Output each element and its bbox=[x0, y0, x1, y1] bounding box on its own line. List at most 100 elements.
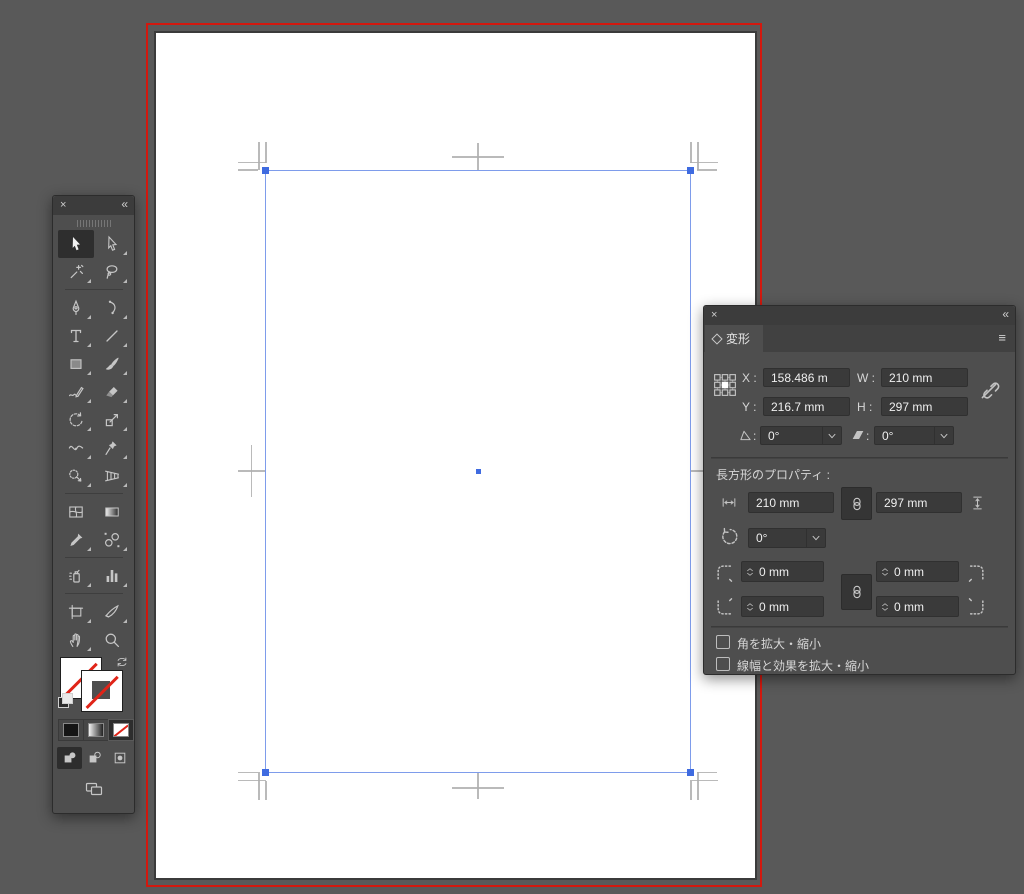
stepper-icon[interactable] bbox=[745, 562, 756, 581]
corner-top-right-field[interactable]: 0 mm bbox=[876, 561, 959, 582]
link-corners-button[interactable] bbox=[841, 574, 872, 610]
collapse-icon[interactable]: « bbox=[121, 197, 127, 211]
artboard-tool[interactable] bbox=[58, 598, 94, 626]
selection-center-point[interactable] bbox=[476, 469, 481, 474]
scale-tool[interactable] bbox=[94, 406, 130, 434]
hand-tool[interactable] bbox=[58, 626, 94, 654]
paintbrush-tool[interactable] bbox=[94, 350, 130, 378]
draw-normal-button[interactable] bbox=[57, 747, 82, 769]
w-label: W : bbox=[857, 371, 875, 385]
chevron-down-icon[interactable] bbox=[934, 427, 953, 444]
paintbrush-icon bbox=[103, 355, 121, 373]
shape-builder-tool[interactable] bbox=[58, 462, 94, 490]
pen-icon bbox=[67, 299, 85, 317]
x-value-field[interactable]: 158.486 m bbox=[763, 368, 850, 387]
corner-top-left-field[interactable]: 0 mm bbox=[741, 561, 824, 582]
eyedropper-tool[interactable] bbox=[58, 526, 94, 554]
panel-menu-icon[interactable]: ≡ bbox=[998, 330, 1006, 345]
direct-selection-icon bbox=[103, 235, 121, 253]
tab-transform[interactable]: 変形 bbox=[705, 325, 763, 352]
corner-top-left-value: 0 mm bbox=[759, 565, 789, 579]
y-label: Y : bbox=[742, 400, 756, 414]
close-icon[interactable]: × bbox=[60, 198, 66, 213]
w-value-field[interactable]: 210 mm bbox=[881, 368, 968, 387]
link-width-height-button[interactable] bbox=[841, 487, 872, 520]
panel-cycle-icon bbox=[711, 333, 722, 344]
selection-handle-bottom-left[interactable] bbox=[262, 769, 269, 776]
magic-wand-tool[interactable] bbox=[58, 258, 94, 286]
mesh-tool[interactable] bbox=[58, 498, 94, 526]
none-button[interactable] bbox=[108, 719, 134, 741]
h-label: H : bbox=[857, 400, 872, 414]
stepper-icon[interactable] bbox=[880, 597, 891, 616]
h-value-field[interactable]: 297 mm bbox=[881, 397, 968, 416]
lasso-tool[interactable] bbox=[94, 258, 130, 286]
zoom-tool[interactable] bbox=[94, 626, 130, 654]
close-icon[interactable]: × bbox=[711, 308, 717, 323]
corner-top-left-icon bbox=[715, 563, 734, 582]
panel-grip[interactable] bbox=[77, 220, 111, 227]
stepper-icon[interactable] bbox=[880, 562, 891, 581]
collapse-icon[interactable]: « bbox=[1002, 307, 1008, 321]
line-segment-tool[interactable] bbox=[94, 322, 130, 350]
default-fill-stroke-icon[interactable] bbox=[58, 693, 72, 707]
selection-tool[interactable] bbox=[58, 230, 94, 258]
puppet-warp-tool[interactable] bbox=[94, 434, 130, 462]
color-button[interactable] bbox=[58, 719, 84, 741]
stepper-icon[interactable] bbox=[745, 597, 756, 616]
corner-bottom-left-icon bbox=[715, 598, 734, 617]
blend-tool[interactable] bbox=[94, 526, 130, 554]
slice-tool[interactable] bbox=[94, 598, 130, 626]
type-tool[interactable] bbox=[58, 322, 94, 350]
scale-icon bbox=[103, 411, 121, 429]
direct-selection-tool[interactable] bbox=[94, 230, 130, 258]
tab-label: 変形 bbox=[726, 330, 750, 347]
perspective-grid-tool[interactable] bbox=[94, 462, 130, 490]
chevron-down-icon[interactable] bbox=[822, 427, 841, 444]
selection-handle-top-right[interactable] bbox=[687, 167, 694, 174]
mesh-icon bbox=[67, 503, 85, 521]
eraser-tool[interactable] bbox=[94, 378, 130, 406]
column-graph-tool[interactable] bbox=[94, 562, 130, 590]
shear-value: 0° bbox=[882, 429, 893, 443]
rect-width-field[interactable]: 210 mm bbox=[748, 492, 834, 513]
pen-tool[interactable] bbox=[58, 294, 94, 322]
curvature-tool[interactable] bbox=[94, 294, 130, 322]
gradient-button[interactable] bbox=[83, 719, 109, 741]
selection-handle-top-left[interactable] bbox=[262, 167, 269, 174]
shear-value-field[interactable]: 0° bbox=[874, 426, 954, 445]
rotate-angle-icon bbox=[738, 428, 753, 443]
constrain-proportions-icon[interactable] bbox=[978, 378, 1000, 404]
width-tool[interactable] bbox=[58, 434, 94, 462]
reference-point-locator[interactable] bbox=[713, 373, 737, 397]
gradient-tool[interactable] bbox=[94, 498, 130, 526]
transform-panel-header: × « bbox=[704, 306, 1015, 325]
toolbar-divider bbox=[58, 286, 130, 294]
rect-height-field[interactable]: 297 mm bbox=[876, 492, 962, 513]
draw-behind-button[interactable] bbox=[82, 747, 107, 769]
rect-rotate-icon bbox=[719, 527, 740, 548]
selected-rectangle[interactable] bbox=[265, 170, 691, 773]
scale-corners-checkbox[interactable] bbox=[716, 635, 730, 649]
corner-bottom-left-field[interactable]: 0 mm bbox=[741, 596, 824, 617]
corner-bottom-right-field[interactable]: 0 mm bbox=[876, 596, 959, 617]
stroke-swatch[interactable] bbox=[81, 670, 123, 712]
x-value: 158.486 m bbox=[771, 371, 828, 385]
rotate-tool[interactable] bbox=[58, 406, 94, 434]
screen-mode-button[interactable] bbox=[80, 777, 108, 799]
chevron-down-icon[interactable] bbox=[806, 529, 825, 547]
h-value: 297 mm bbox=[889, 400, 932, 414]
scale-strokes-effects-checkbox[interactable] bbox=[716, 657, 730, 671]
rect-angle-field[interactable]: 0° bbox=[748, 528, 826, 548]
swap-fill-stroke-icon[interactable] bbox=[115, 655, 129, 669]
magic-wand-icon bbox=[67, 263, 85, 281]
rect-height-value: 297 mm bbox=[884, 496, 927, 510]
rectangle-tool[interactable] bbox=[58, 350, 94, 378]
y-value-field[interactable]: 216.7 mm bbox=[763, 397, 850, 416]
symbol-sprayer-tool[interactable] bbox=[58, 562, 94, 590]
shape-builder-icon bbox=[67, 467, 85, 485]
selection-handle-bottom-right[interactable] bbox=[687, 769, 694, 776]
draw-inside-button[interactable] bbox=[107, 747, 132, 769]
shaper-tool[interactable] bbox=[58, 378, 94, 406]
rotate-value-field[interactable]: 0° bbox=[760, 426, 842, 445]
